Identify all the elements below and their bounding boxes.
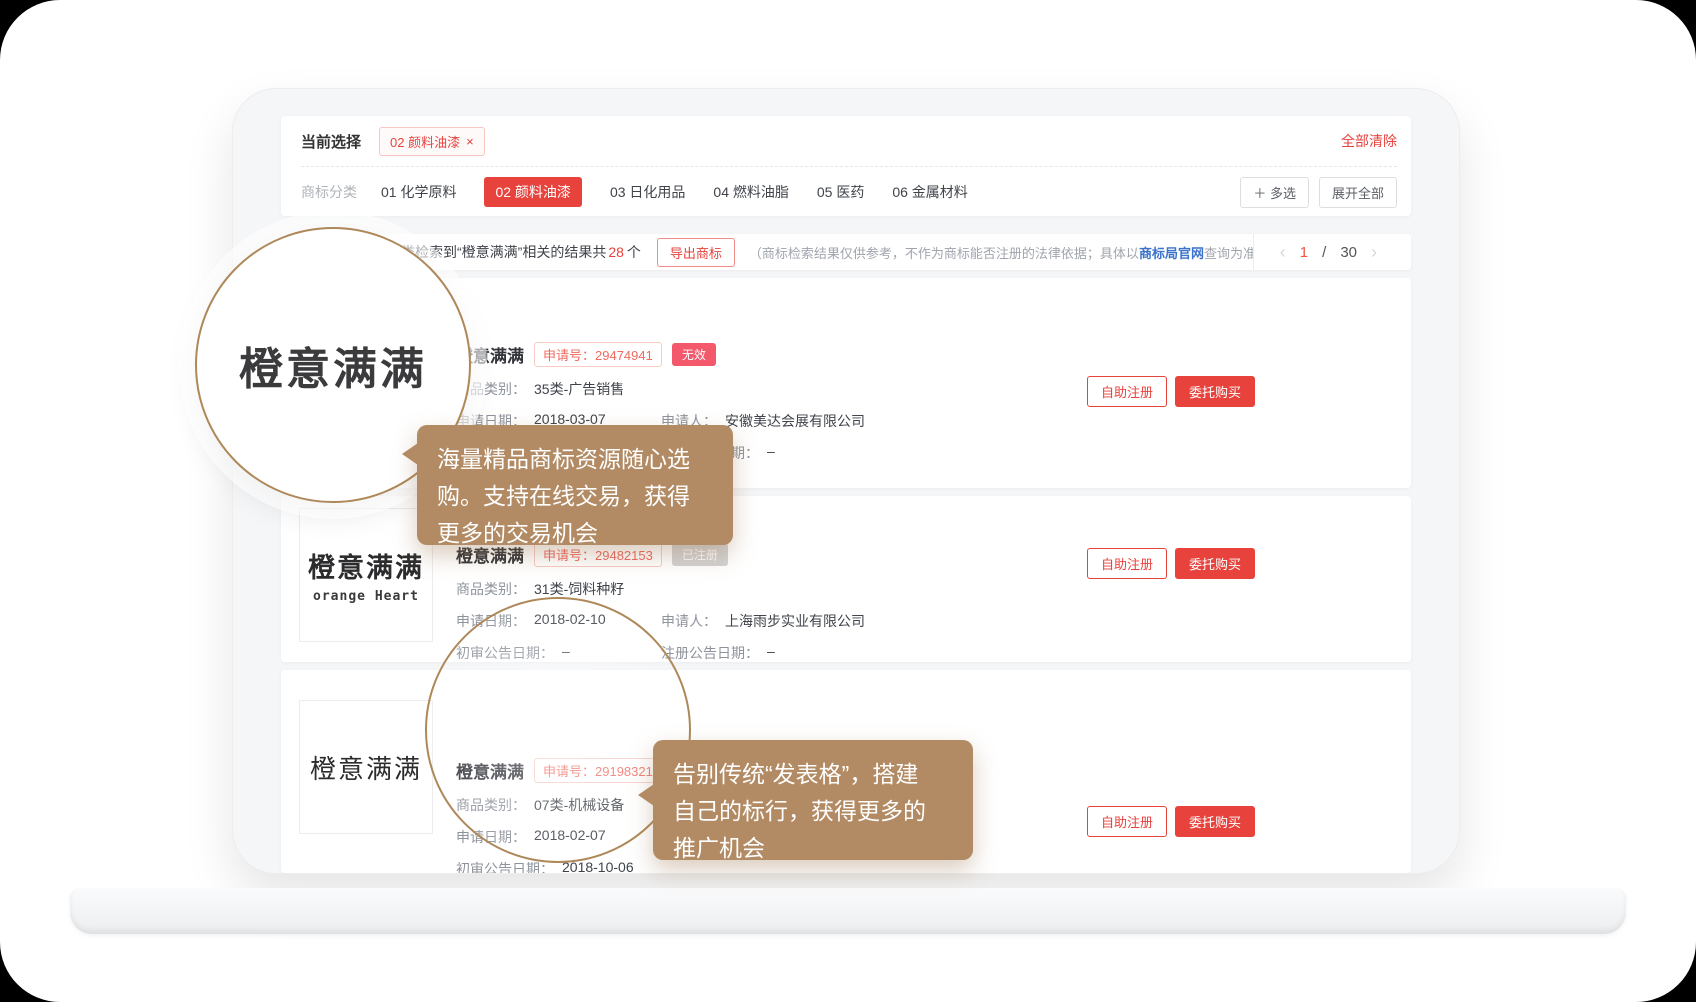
category-row: 商标分类 01 化学原料 02 颜料油漆 03 日化用品 04 燃料油脂 05 …: [301, 166, 1397, 217]
chevron-right-icon[interactable]: ›: [1371, 242, 1377, 263]
reg-pub-value: –: [767, 643, 775, 663]
applicant-value: 上海雨步实业有限公司: [725, 611, 865, 631]
pagination-current: 1: [1300, 244, 1308, 261]
category-item-04[interactable]: 04 燃料油脂: [713, 182, 788, 202]
disclaimer-post: 查询为准。）: [1204, 246, 1253, 261]
trademark-image-3-text: 橙意满满: [310, 749, 422, 786]
status-badge: 无效: [672, 343, 716, 366]
magnified-trademark-text: 橙意满满: [239, 333, 427, 397]
reg-pub-value: –: [767, 443, 775, 463]
pagination-total: 30: [1340, 244, 1357, 261]
close-icon[interactable]: ×: [466, 135, 474, 148]
tooltip-promotion: 告别传统“发表格”，搭建 自己的标行，获得更多的 推广机会: [653, 740, 973, 860]
current-selection-label: 当前选择: [301, 131, 361, 152]
tooltip-line: 更多的交易机会: [437, 515, 713, 552]
tooltip-marketplace: 海量精品商标资源随心选 购。支持在线交易，获得 更多的交易机会: [417, 425, 733, 545]
entrust-buy-button[interactable]: 委托购买: [1175, 376, 1255, 407]
category-item-01[interactable]: 01 化学原料: [381, 182, 456, 202]
current-selection-row: 当前选择 02 颜料油漆 × 全部清除: [301, 116, 1397, 166]
screenshot-canvas: 当前选择 02 颜料油漆 × 全部清除 商标分类 01 化学原料 02 颜料油漆…: [0, 0, 1696, 1002]
tooltip-line: 购。支持在线交易，获得: [437, 478, 713, 515]
tooltip-arrow-left-icon: [402, 443, 418, 465]
row-2-category-line: 商品类别： 31类-饲料种籽: [456, 579, 1411, 599]
tooltip-line: 海量精品商标资源随心选: [437, 441, 713, 478]
filter-card: 当前选择 02 颜料油漆 × 全部清除 商标分类 01 化学原料 02 颜料油漆…: [281, 116, 1411, 216]
self-register-button[interactable]: 自助注册: [1087, 376, 1167, 407]
chevron-left-icon[interactable]: ‹: [1280, 242, 1286, 263]
trademark-image-2-subtext: orange Heart: [313, 589, 419, 604]
applicant-value: 安徽美达会展有限公司: [725, 411, 865, 431]
tooltip-line: 告别传统“发表格”，搭建: [673, 756, 953, 793]
filter-buttons: ＋ 多选 展开全部: [1240, 177, 1397, 208]
trademark-image-3: 橙意满满: [299, 700, 433, 834]
row-3-actions: 自助注册 委托购买: [1087, 806, 1255, 837]
export-trademarks-button[interactable]: 导出商标: [657, 238, 735, 267]
trademark-office-link[interactable]: 商标局官网: [1139, 246, 1204, 261]
trademark-image-2: 橙意满满 orange Heart: [299, 508, 433, 642]
entrust-buy-button[interactable]: 委托购买: [1175, 806, 1255, 837]
category-field-value: 35类-广告销售: [534, 379, 624, 399]
entrust-buy-button[interactable]: 委托购买: [1175, 548, 1255, 579]
row-1-category-line: 商品类别：35类-广告销售: [456, 379, 1411, 399]
pagination-separator: /: [1322, 244, 1326, 261]
row-1-name-line: 橙意满满 申请号：29474941 无效: [456, 342, 1411, 367]
expand-all-button[interactable]: 展开全部: [1319, 177, 1397, 208]
category-item-02-active[interactable]: 02 颜料油漆: [484, 177, 581, 207]
multi-select-button[interactable]: ＋ 多选: [1240, 177, 1309, 208]
clear-all-link[interactable]: 全部清除: [1341, 131, 1397, 151]
category-list: 01 化学原料 02 颜料油漆 03 日化用品 04 燃料油脂 05 医药 06…: [381, 177, 968, 207]
results-count: 28: [608, 244, 624, 260]
row-1-actions: 自助注册 委托购买: [1087, 376, 1255, 407]
selected-filter-tag-text: 02 颜料油漆: [390, 132, 460, 151]
self-register-button[interactable]: 自助注册: [1087, 806, 1167, 837]
category-item-05[interactable]: 05 医药: [817, 182, 864, 202]
laptop-base: [70, 888, 1626, 934]
tooltip-line: 自己的标行，获得更多的: [673, 793, 953, 830]
tooltip-arrow-left-icon: [638, 784, 654, 806]
trademark-image-2-text: 橙意满满: [308, 546, 424, 585]
results-header: 为您在颜料油漆类检索到“橙意满满”相关的结果共 28 个 导出商标 （商标检索结…: [281, 234, 1411, 270]
category-label: 商标分类: [301, 182, 357, 202]
self-register-button[interactable]: 自助注册: [1087, 548, 1167, 579]
reg-pub-label: 注册公告日期：: [661, 643, 759, 663]
selected-filter-tag[interactable]: 02 颜料油漆 ×: [379, 127, 485, 156]
applicant-label: 申请人：: [661, 611, 717, 631]
row-2-actions: 自助注册 委托购买: [1087, 548, 1255, 579]
category-item-06[interactable]: 06 金属材料: [892, 182, 967, 202]
disclaimer-pre: （商标检索结果仅供参考，不作为商标能否注册的法律依据；具体以: [749, 246, 1139, 261]
category-field-value: 31类-饲料种籽: [534, 579, 624, 599]
disclaimer-text: （商标检索结果仅供参考，不作为商标能否注册的法律依据；具体以商标局官网查询为准。…: [749, 243, 1253, 262]
magnifier-circle-2: [425, 597, 691, 863]
category-item-03[interactable]: 03 日化用品: [610, 182, 685, 202]
category-field-label: 商品类别：: [456, 579, 526, 599]
results-count-unit: 个: [627, 242, 641, 262]
tooltip-line: 推广机会: [673, 830, 953, 867]
application-number-badge: 申请号：29474941: [534, 342, 662, 367]
pagination: ‹ 1 / 30 ›: [1253, 234, 1411, 270]
